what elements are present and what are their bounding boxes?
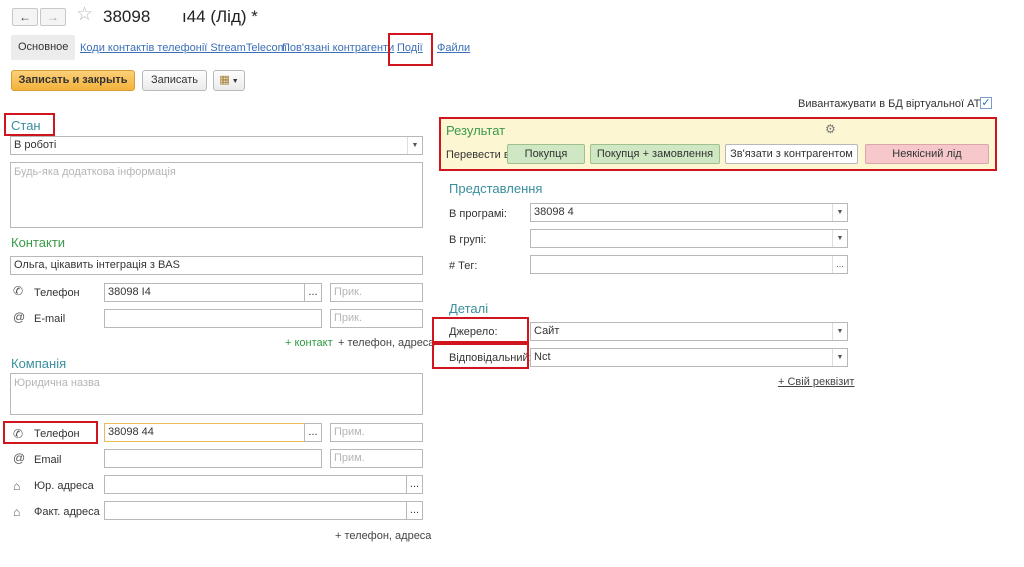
responsible-value: Nct [534, 351, 551, 363]
more-actions-button[interactable]: ▦ ▼ [213, 70, 245, 91]
contact-email-note[interactable]: Прик. [330, 309, 423, 328]
page-title-part2: ı44 (Лід) * [182, 7, 258, 26]
tab-files[interactable]: Файли [437, 42, 470, 54]
result-title: Результат [446, 123, 506, 138]
presentation-section-title: Представлення [449, 181, 543, 196]
back-button[interactable]: ← [12, 8, 38, 26]
company-email-label: Email [34, 454, 62, 466]
group-label: В групі: [449, 234, 487, 246]
company-email-note[interactable]: Прим. [330, 449, 423, 468]
save-close-button[interactable]: Записать и закрыть [11, 70, 135, 91]
bad-lead-button[interactable]: Неякісний лід [865, 144, 989, 164]
chevron-down-icon[interactable]: ▼ [832, 204, 847, 221]
phone-icon: ✆ [13, 284, 24, 298]
chevron-down-icon[interactable]: ▼ [832, 349, 847, 366]
export-checkbox[interactable]: ✓ [980, 97, 992, 109]
legal-address-field[interactable] [104, 475, 408, 494]
legal-address-label: Юр. адреса [34, 480, 94, 492]
company-add-phone-address-link[interactable]: + телефон, адреса [335, 530, 431, 542]
add-phone-address-link[interactable]: + телефон, адреса [338, 337, 434, 349]
contact-email-field[interactable] [104, 309, 322, 328]
convert-purchase-button[interactable]: Покупця [507, 144, 585, 164]
page-title-part1: 38098 [103, 7, 151, 26]
add-contact-link[interactable]: + контакт [285, 337, 333, 349]
contact-phone-field[interactable]: 38098 I4 [104, 283, 306, 302]
link-contractor-button[interactable]: Зв'язати з контрагентом [725, 144, 858, 164]
program-select[interactable]: 38098 4 ▼ [530, 203, 848, 222]
legal-address-dots-button[interactable]: ... [406, 475, 423, 494]
house-icon: ⌂ [13, 479, 21, 493]
info-textarea[interactable]: Будь-яка додаткова інформація [10, 162, 423, 228]
tab-related-contractors[interactable]: Пов'язані контрагенти [282, 42, 394, 54]
company-phone-dots-button[interactable]: ... [304, 423, 322, 442]
company-name-field[interactable]: Юридична назва [10, 373, 423, 415]
responsible-select[interactable]: Nct ▼ [530, 348, 848, 367]
contact-name-field[interactable]: Ольга, цікавить інтеграція з BAS [10, 256, 423, 275]
save-button[interactable]: Записать [142, 70, 207, 91]
group-select[interactable]: ▼ [530, 229, 848, 248]
contact-phone-label: Телефон [34, 287, 80, 299]
company-email-field[interactable] [104, 449, 322, 468]
actual-address-field[interactable] [104, 501, 408, 520]
own-property-link[interactable]: + Свій реквізит [778, 376, 854, 388]
at-icon: @ [13, 451, 26, 465]
state-select[interactable]: В роботі ▼ [10, 136, 423, 155]
export-label: Вивантажувати в БД віртуальної АТС: [798, 98, 992, 110]
house-icon: ⌂ [13, 505, 21, 519]
tab-main[interactable]: Основное [11, 35, 76, 60]
tab-phone-codes[interactable]: Коди контактів телефонії StreamTelecom [80, 42, 287, 54]
source-value: Сайт [534, 325, 560, 337]
highlight-responsible [432, 343, 529, 369]
arrow-left-icon: ← [19, 10, 31, 24]
highlight-state [4, 113, 55, 136]
tag-label: # Тег: [449, 260, 478, 272]
convert-label: Перевести в: [446, 149, 513, 161]
contacts-section-title: Контакти [11, 235, 66, 250]
company-section-title: Компанія [11, 356, 67, 371]
company-phone-note[interactable]: Прим. [330, 423, 423, 442]
star-icon[interactable]: ☆ [76, 5, 93, 25]
highlight-company-phone [3, 421, 98, 444]
state-value: В роботі [14, 139, 57, 151]
checkmark-icon: ✓ [981, 97, 991, 109]
actual-address-label: Факт. адреса [34, 506, 100, 518]
at-icon: @ [13, 310, 26, 324]
details-section-title: Деталі [449, 301, 489, 316]
forward-button[interactable]: → [40, 8, 66, 26]
chevron-down-icon[interactable]: ▼ [407, 137, 422, 154]
program-value: 38098 4 [534, 206, 574, 218]
contact-phone-dots-button[interactable]: ... [304, 283, 322, 302]
chevron-down-icon[interactable]: ▼ [832, 230, 847, 247]
program-label: В програмі: [449, 208, 507, 220]
gear-icon[interactable]: ⚙ [825, 122, 836, 136]
arrow-right-icon: → [47, 10, 59, 24]
source-select[interactable]: Сайт ▼ [530, 322, 848, 341]
highlight-events-tab [388, 33, 433, 66]
tag-dots-button[interactable]: ... [832, 256, 847, 273]
actual-address-dots-button[interactable]: ... [406, 501, 423, 520]
tag-field[interactable]: ... [530, 255, 848, 274]
chevron-down-icon[interactable]: ▼ [832, 323, 847, 340]
contact-phone-note[interactable]: Прик. [330, 283, 423, 302]
company-phone-field[interactable]: 38098 44 [104, 423, 306, 442]
contact-email-label: E-mail [34, 313, 66, 325]
document-clock-icon: ▦ [219, 74, 230, 86]
convert-purchase-order-button[interactable]: Покупця + замовлення [590, 144, 720, 164]
highlight-source [432, 317, 529, 343]
